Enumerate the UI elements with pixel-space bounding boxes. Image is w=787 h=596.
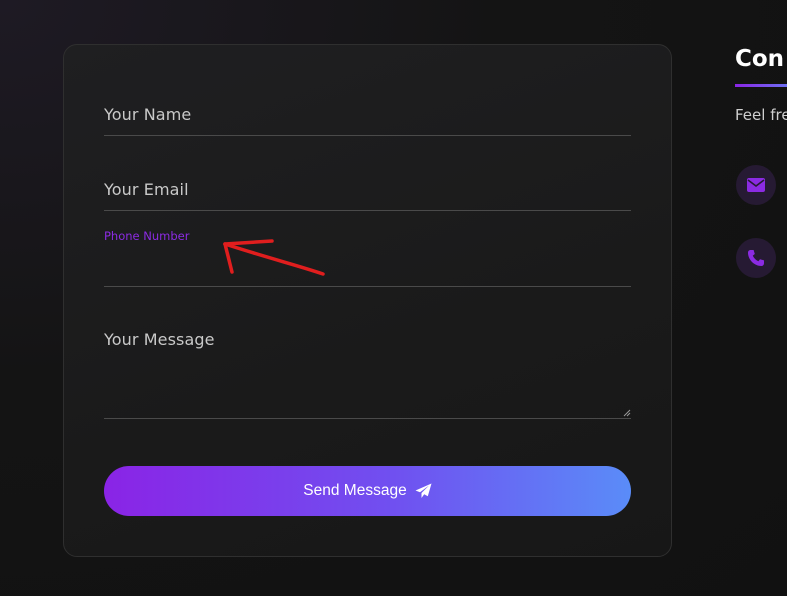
message-placeholder: Your Message xyxy=(104,330,215,349)
contact-heading: Con xyxy=(735,46,785,72)
email-contact-icon-circle xyxy=(736,165,776,205)
send-message-button[interactable]: Send Message xyxy=(104,466,631,516)
envelope-icon xyxy=(747,178,765,192)
phone-field[interactable]: Phone Number xyxy=(104,211,631,287)
phone-contact-icon-circle xyxy=(736,238,776,278)
email-placeholder: Your Email xyxy=(104,180,189,199)
paper-plane-icon xyxy=(415,483,432,498)
resize-handle-icon[interactable] xyxy=(623,409,631,417)
message-textarea[interactable]: Your Message xyxy=(104,310,631,419)
contact-form-card: Your Name Your Email Phone Number Your M… xyxy=(63,44,672,557)
name-placeholder: Your Name xyxy=(104,105,192,124)
contact-description: Feel fre xyxy=(735,106,787,124)
email-field[interactable]: Your Email xyxy=(104,160,631,211)
phone-icon xyxy=(748,250,764,266)
send-button-label: Send Message xyxy=(303,482,407,499)
heading-underline xyxy=(735,84,787,87)
phone-floating-label: Phone Number xyxy=(104,229,190,243)
name-field[interactable]: Your Name xyxy=(104,85,631,136)
